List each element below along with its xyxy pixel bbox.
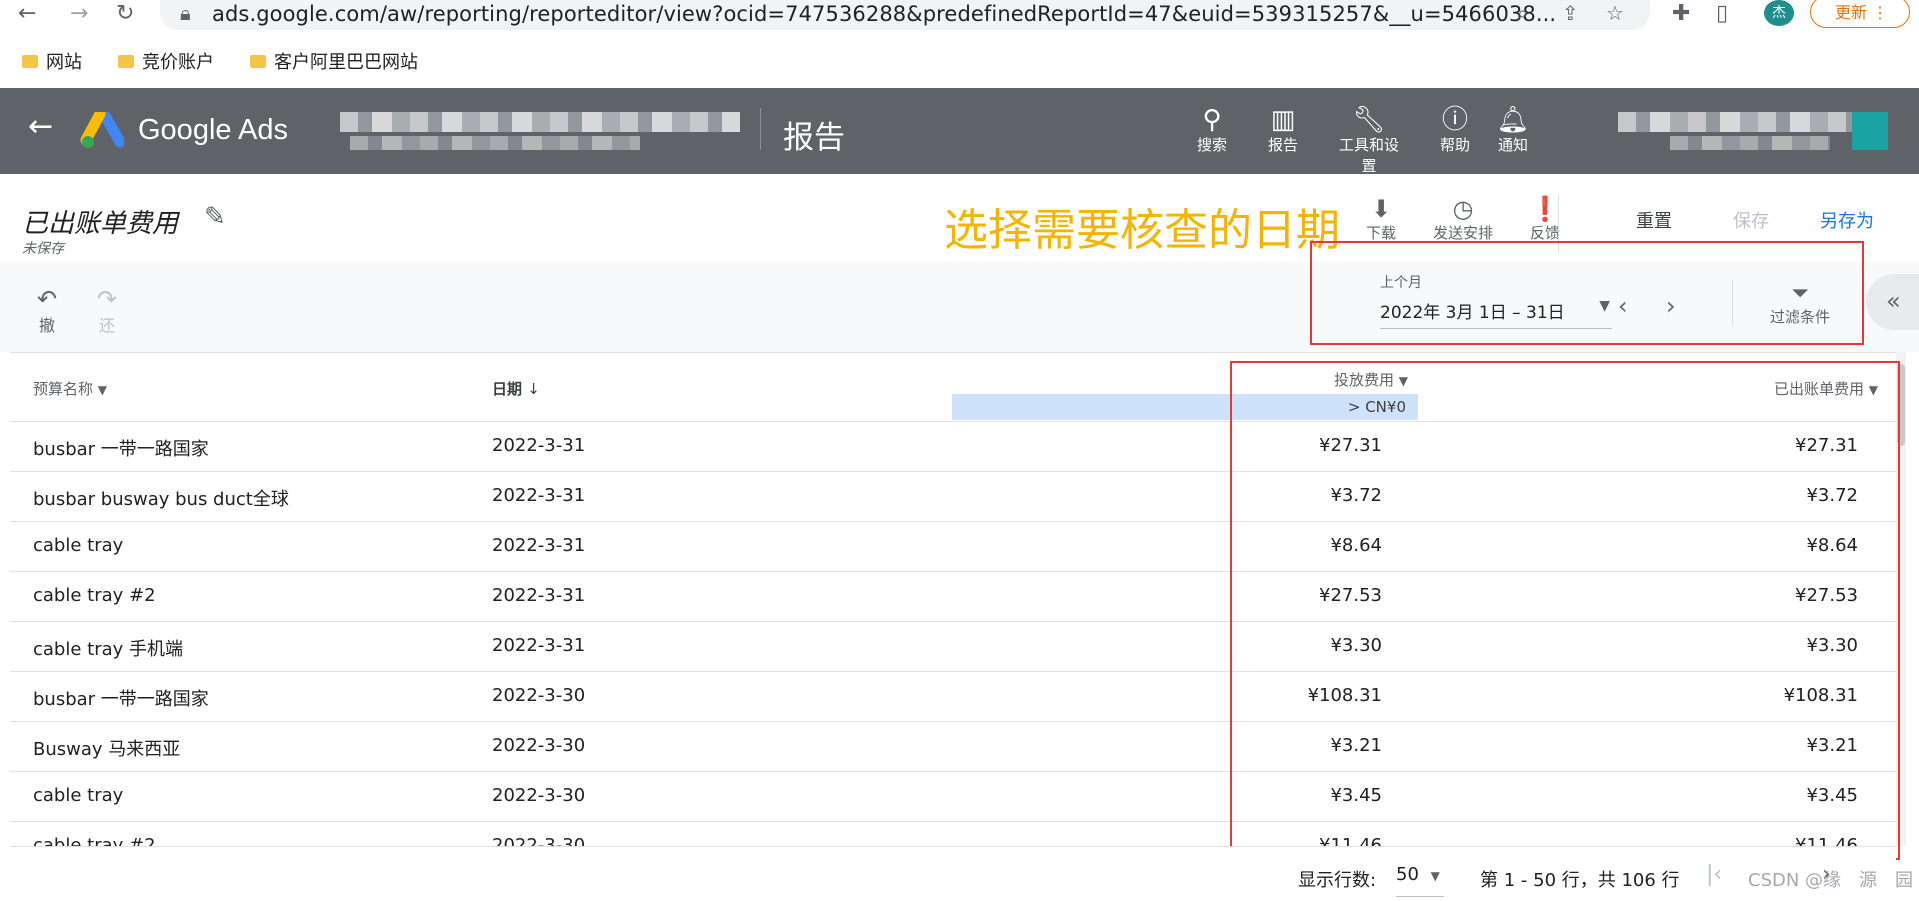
forward-arrow-icon[interactable]: → <box>70 2 88 26</box>
reports-icon: ▥ <box>1270 105 1296 135</box>
dropdown-arrow-icon: ▼ <box>1430 869 1440 883</box>
cell-budget: busbar 一带一路国家 <box>33 689 209 710</box>
edit-pencil-icon[interactable]: ✎ <box>204 202 226 232</box>
redo-icon: ↷ <box>96 285 118 313</box>
bookmark-item[interactable]: 客户阿里巴巴网站 <box>250 48 418 74</box>
account-name-blurred <box>340 112 740 132</box>
cell-budget: cable tray 手机端 <box>33 639 184 660</box>
cell-budget: cable tray <box>33 785 124 806</box>
cell-date: 2022-3-30 <box>492 685 586 706</box>
address-bar[interactable]: 🔒︎ ads.google.com/aw/reporting/reportedi… <box>160 0 1650 30</box>
annotation-text: 选择需要核查的日期 <box>944 205 1340 256</box>
zoom-icon[interactable]: ⌕ <box>1517 1 1528 25</box>
lock-icon: 🔒︎ <box>180 1 191 25</box>
column-header-budget[interactable]: 预算名称 ▼ <box>33 378 107 399</box>
feedback-icon: ❗ <box>1530 195 1560 223</box>
column-header-date[interactable]: 日期 ↓ <box>492 378 540 399</box>
folder-icon <box>22 54 38 68</box>
unsaved-label: 未保存 <box>22 241 64 257</box>
save-as-button[interactable]: 另存为 <box>1820 207 1874 233</box>
header-tool-reports[interactable]: ▥ 报告 <box>1248 106 1318 155</box>
cell-date: 2022-3-31 <box>492 585 586 606</box>
sort-caret-icon: ▼ <box>97 383 108 397</box>
avatar[interactable] <box>1852 112 1888 150</box>
cell-date: 2022-3-31 <box>492 535 586 556</box>
back-arrow-icon[interactable]: ← <box>18 2 36 26</box>
folder-icon <box>250 54 266 68</box>
cell-date: 2022-3-31 <box>492 635 586 656</box>
highlight-box-costs <box>1230 361 1900 860</box>
browser-chrome: ← → ↻ 🔒︎ ads.google.com/aw/reporting/rep… <box>0 0 1919 89</box>
extensions-icon[interactable]: ✚ <box>1672 2 1690 26</box>
reset-button[interactable]: 重置 <box>1636 207 1672 233</box>
collapse-panel-icon[interactable]: « <box>1866 274 1919 330</box>
customer-id-blurred <box>1670 136 1830 150</box>
first-page-icon[interactable]: |‹ <box>1706 862 1722 887</box>
cell-date: 2022-3-31 <box>492 485 586 506</box>
header-tool-notifications[interactable]: 🔔︎ 通知 <box>1478 106 1548 155</box>
bookmark-item[interactable]: 竞价账户 <box>118 48 214 74</box>
section-title: 报告 <box>783 120 845 156</box>
profile-avatar[interactable]: 杰 <box>1764 0 1794 26</box>
side-panel-icon[interactable]: ▯ <box>1716 2 1728 26</box>
download-icon: ⬇ <box>1370 195 1392 223</box>
back-arrow-icon[interactable]: ← <box>28 110 53 144</box>
rows-per-page-select[interactable]: 50 ▼ <box>1396 864 1444 897</box>
share-icon[interactable]: ⇪ <box>1562 1 1579 25</box>
cell-budget: cable tray <box>33 535 124 556</box>
download-button[interactable]: ⬇ 下载 <box>1346 196 1416 243</box>
undo-icon: ↶ <box>36 285 58 313</box>
cell-budget: Busway 马来西亚 <box>33 739 181 760</box>
logo-text: Google Ads <box>138 114 288 146</box>
pagination-range: 第 1 - 50 行，共 106 行 <box>1480 870 1680 891</box>
watermark: CSDN @缘 源 园 <box>1748 870 1914 891</box>
table-top-border <box>10 352 1896 353</box>
rows-per-page-label: 显示行数: <box>1298 870 1377 891</box>
folder-icon <box>118 54 134 68</box>
search-icon: ⚲ <box>1202 105 1222 135</box>
bookmark-star-icon[interactable]: ☆ <box>1606 1 1624 25</box>
cell-budget: cable tray #2 <box>33 585 156 606</box>
redo-button[interactable]: ↷ 还 <box>90 286 124 336</box>
url-text: ads.google.com/aw/reporting/reporteditor… <box>212 2 1557 26</box>
save-button[interactable]: 保存 <box>1733 207 1769 233</box>
header-divider <box>760 108 761 150</box>
highlight-box-date <box>1310 241 1864 345</box>
cell-budget: busbar busway bus duct全球 <box>33 489 289 510</box>
reload-icon[interactable]: ↻ <box>116 2 134 26</box>
schedule-button[interactable]: ◷ 发送安排 <box>1428 196 1498 243</box>
undo-button[interactable]: ↶ 撤 <box>30 286 64 336</box>
wrench-icon: 🔧︎ <box>1352 105 1386 135</box>
customer-info-blurred <box>1618 112 1858 132</box>
bell-icon: 🔔︎ <box>1496 105 1530 135</box>
update-button[interactable]: 更新 ⋮ <box>1810 0 1910 28</box>
sort-down-arrow-icon: ↓ <box>527 380 540 398</box>
report-title[interactable]: 已出账单费用 <box>22 203 178 240</box>
account-id-blurred <box>350 136 640 150</box>
ads-header: ← Google Ads 报告 ⚲ 搜索 ▥ 报告 🔧︎ 工具和设置 ⓘ 帮助 🔔︎ 通知 <box>0 88 1919 176</box>
bookmark-item[interactable]: 网站 <box>22 48 82 74</box>
clock-icon: ◷ <box>1452 195 1474 223</box>
google-ads-logo-icon <box>80 112 124 148</box>
header-tool-search[interactable]: ⚲ 搜索 <box>1177 106 1247 155</box>
cell-budget: busbar 一带一路国家 <box>33 439 209 460</box>
cell-date: 2022-3-31 <box>492 435 586 456</box>
cell-date: 2022-3-30 <box>492 785 586 806</box>
header-tool-tools[interactable]: 🔧︎ 工具和设置 <box>1334 106 1404 176</box>
feedback-button[interactable]: ❗ 反馈 <box>1510 196 1580 243</box>
cell-date: 2022-3-30 <box>492 735 586 756</box>
